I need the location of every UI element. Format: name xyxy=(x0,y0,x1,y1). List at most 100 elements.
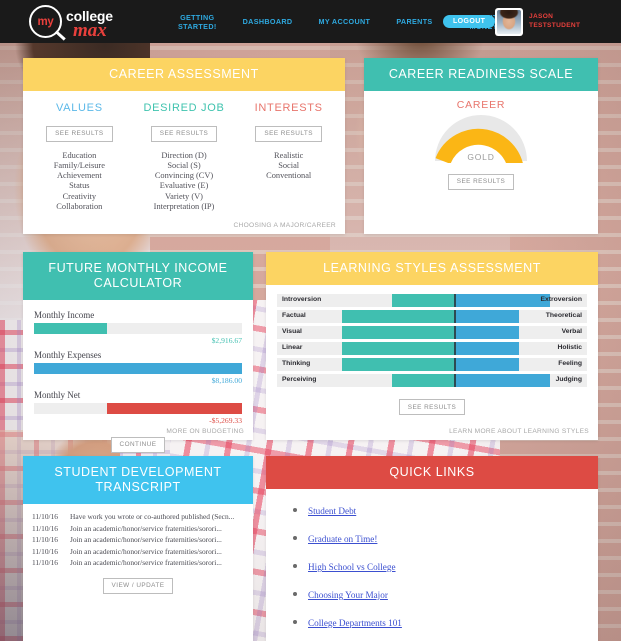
row-label-left: Introversion xyxy=(282,295,322,303)
desired-job-column-title: DESIRED JOB xyxy=(143,102,225,114)
list-item: Collaboration xyxy=(56,201,103,211)
row-label-left: Thinking xyxy=(282,359,311,367)
table-row[interactable]: 11/10/16 Join an academic/honor/service … xyxy=(32,524,244,534)
nav-my-account[interactable]: MY ACCOUNT xyxy=(305,17,383,26)
transcript-text: Join an academic/honor/service fraternit… xyxy=(70,546,222,556)
list-item: Family/Leisure xyxy=(53,160,105,170)
income-calculator-title: FUTURE MONTHLY INCOME CALCULATOR xyxy=(23,252,253,300)
quick-link-high-school-vs-college[interactable]: High School vs College xyxy=(308,562,396,572)
list-item: Evaluative (E) xyxy=(159,181,209,191)
bar-segment-left xyxy=(391,374,454,387)
monthly-expenses-bar-fill xyxy=(34,363,242,374)
transcript-date: 11/10/16 xyxy=(32,535,59,544)
avatar-image xyxy=(497,10,521,34)
transcript-button-wrap: VIEW / UPDATE xyxy=(32,574,244,594)
bar-midline xyxy=(453,294,456,307)
quick-links-title: QUICK LINKS xyxy=(266,456,598,489)
transcript-text: Join an academic/honor/service fraternit… xyxy=(70,523,222,533)
monthly-net-bar-track xyxy=(34,403,242,414)
list-item: Conventional xyxy=(266,171,312,181)
list-item: Education xyxy=(62,150,97,160)
list-item: College Departments 101 xyxy=(308,613,598,631)
quick-link-student-debt[interactable]: Student Debt xyxy=(308,506,356,516)
bar-segment-left xyxy=(342,358,454,371)
nav-parents[interactable]: PARENTS xyxy=(383,17,445,26)
user-name-label[interactable]: JASON TESTSTUDENT xyxy=(529,13,580,30)
avatar[interactable] xyxy=(495,8,523,36)
values-column-title: VALUES xyxy=(55,102,103,114)
learning-styles-title: LEARNING STYLES ASSESSMENT xyxy=(266,252,598,285)
more-on-budgeting-link[interactable]: MORE ON BUDGETING xyxy=(166,428,244,435)
bar-midline xyxy=(453,326,456,339)
row-label-left: Visual xyxy=(282,327,302,335)
quick-link-choosing-your-major[interactable]: Choosing Your Major xyxy=(308,590,388,600)
learn-more-learning-styles-link[interactable]: LEARN MORE ABOUT LEARNING STYLES xyxy=(449,428,589,435)
list-item: Student Debt xyxy=(308,501,598,519)
bar-segment-right xyxy=(453,310,519,323)
row-label-left: Linear xyxy=(282,343,303,351)
career-assessment-columns: VALUES SEE RESULTS Education Family/Leis… xyxy=(23,91,345,212)
transcript-view-update-button[interactable]: VIEW / UPDATE xyxy=(102,577,174,594)
row-label-right: Feeling xyxy=(558,359,582,367)
site-logo[interactable]: my college max xyxy=(29,2,124,46)
values-list: Education Family/Leisure Achievement Sta… xyxy=(27,151,132,213)
bar-midline xyxy=(453,342,456,355)
career-assessment-card: CAREER ASSESSMENT VALUES SEE RESULTS Edu… xyxy=(23,58,345,234)
choosing-a-major-career-link[interactable]: CHOOSING A MAJOR/CAREER xyxy=(233,222,336,229)
list-item: Creativity xyxy=(62,191,97,201)
list-item: Direction (D) xyxy=(161,150,207,160)
student-development-transcript-card: STUDENT DEVELOPMENT TRANSCRIPT 11/10/16 … xyxy=(23,456,253,641)
row-label-left: Perceiving xyxy=(282,376,317,384)
nav-getting-started[interactable]: GETTING STARTED! xyxy=(165,13,230,31)
monthly-income-bar-fill xyxy=(34,323,107,334)
learning-style-row-visual: Visual Verbal xyxy=(277,326,587,339)
transcript-date: 11/10/16 xyxy=(32,546,59,556)
bar-midline xyxy=(453,358,456,371)
quick-links-list: Student Debt Graduate on Time! High Scho… xyxy=(266,489,598,641)
bar-segment-right xyxy=(453,294,550,307)
transcript-date: 11/10/16 xyxy=(32,523,59,533)
transcript-date: 11/10/16 xyxy=(32,512,59,521)
learning-styles-button-wrap: SEE RESULTS xyxy=(277,396,587,416)
learning-style-row-perceiving: Perceiving Judging xyxy=(277,374,587,387)
career-readiness-gauge: GOLD xyxy=(435,115,527,176)
table-row[interactable]: 11/10/16 Join an academic/honor/service … xyxy=(32,535,244,545)
career-assessment-column-values: VALUES SEE RESULTS Education Family/Leis… xyxy=(27,102,132,212)
learning-style-row-linear: Linear Holistic xyxy=(277,342,587,355)
row-label-right: Holistic xyxy=(557,343,582,351)
monthly-expenses-bar-track xyxy=(34,363,242,374)
learning-styles-see-results-button[interactable]: SEE RESULTS xyxy=(398,399,466,416)
row-label-right: Theoretical xyxy=(545,311,582,319)
bar-segment-right xyxy=(453,358,519,371)
quick-links-card: QUICK LINKS Student Debt Graduate on Tim… xyxy=(266,456,598,641)
career-readiness-title: CAREER READINESS SCALE xyxy=(364,58,598,91)
learning-style-row-introversion: Introversion Extroversion xyxy=(277,294,587,307)
career-assessment-title: CAREER ASSESSMENT xyxy=(23,58,345,91)
income-continue-button[interactable]: CONTINUE xyxy=(110,436,166,453)
logout-button[interactable]: LOGOUT xyxy=(443,15,496,28)
learning-styles-body: Introversion Extroversion Factual Theore… xyxy=(266,285,598,416)
list-item: Social xyxy=(278,160,300,170)
bar-midline xyxy=(453,374,456,387)
table-row[interactable]: 11/10/16 Join an academic/honor/service … xyxy=(32,547,244,557)
transcript-text: Have work you wrote or co-authored publi… xyxy=(70,512,235,521)
nav-dashboard[interactable]: DASHBOARD xyxy=(230,17,306,26)
quick-link-college-departments-101[interactable]: College Departments 101 xyxy=(308,618,402,628)
row-label-right: Verbal xyxy=(561,327,582,335)
interests-see-results-button[interactable]: SEE RESULTS xyxy=(255,125,322,142)
quick-link-graduate-on-time[interactable]: Graduate on Time! xyxy=(308,534,377,544)
table-row[interactable]: 11/10/16 Join an academic/honor/service … xyxy=(32,558,244,568)
site-header: my college max GETTING STARTED! DASHBOAR… xyxy=(0,0,621,43)
table-row[interactable]: 11/10/16 Have work you wrote or co-autho… xyxy=(32,512,244,522)
bar-segment-right xyxy=(453,342,519,355)
bar-segment-left xyxy=(391,294,454,307)
interests-list: Realistic Social Conventional xyxy=(236,151,341,182)
desired-job-see-results-button[interactable]: SEE RESULTS xyxy=(150,125,218,142)
monthly-net-label: Monthly Net xyxy=(34,390,81,400)
income-continue-wrap: CONTINUE xyxy=(34,433,242,453)
bar-segment-left xyxy=(342,326,454,339)
career-readiness-see-results-button[interactable]: SEE RESULTS xyxy=(447,173,515,190)
desired-job-list: Direction (D) Social (S) Convincing (CV)… xyxy=(132,151,237,213)
bar-segment-left xyxy=(342,310,454,323)
values-see-results-button[interactable]: SEE RESULTS xyxy=(46,125,113,142)
